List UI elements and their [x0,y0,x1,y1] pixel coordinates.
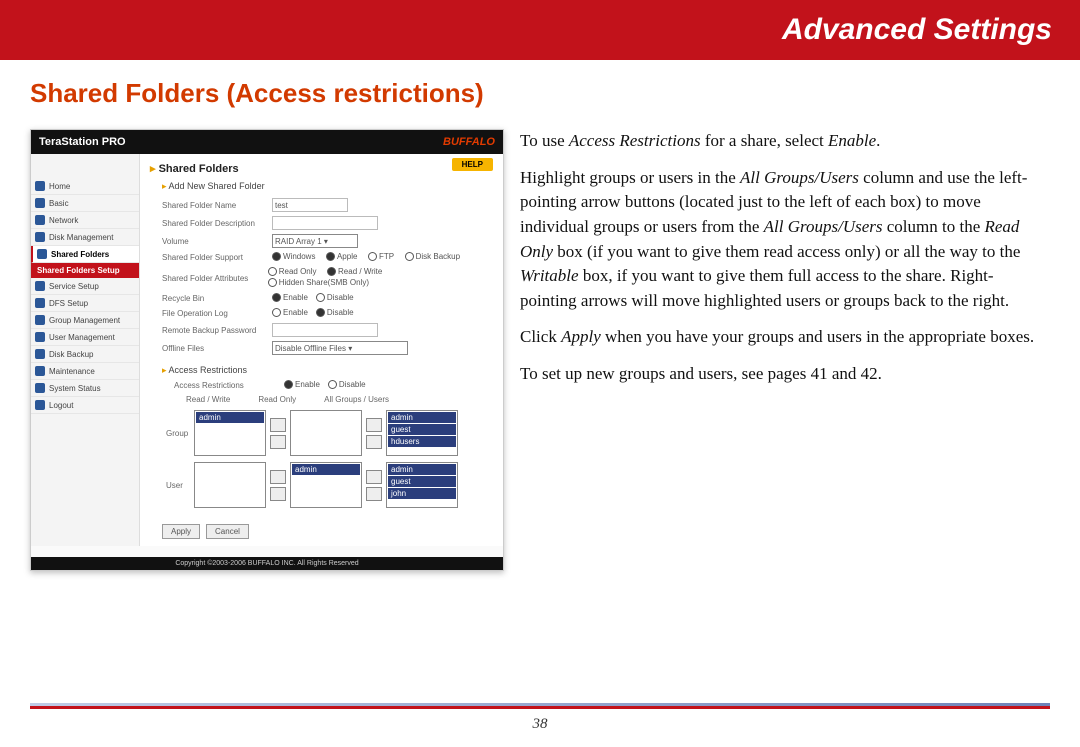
network-icon [35,215,45,225]
field-folder-name: Shared Folder Nametest [162,198,493,212]
sidebar-item-group-management[interactable]: Group Management [31,312,139,329]
banner-title: Advanced Settings [782,13,1052,47]
sidebar-item-logout[interactable]: Logout [31,397,139,414]
sidebar-item-service-setup[interactable]: Service Setup [31,278,139,295]
field-folder-description: Shared Folder Description [162,216,493,230]
radio-read-write[interactable]: Read / Write [327,267,382,276]
status-icon [35,383,45,393]
box-user-ro[interactable]: admin [290,462,362,508]
arrow-left-icon[interactable] [270,470,286,484]
cancel-button[interactable]: Cancel [206,524,249,539]
home-icon [35,181,45,191]
arrow-right-icon[interactable] [270,435,286,449]
page-footer: 38 [0,703,1080,733]
radio-hidden-share[interactable]: Hidden Share(SMB Only) [268,278,369,287]
section-add-new-folder: Add New Shared Folder [169,181,265,191]
sidebar-item-disk-management[interactable]: Disk Management [31,229,139,246]
maintenance-icon [35,366,45,376]
arrow-right-icon[interactable] [366,435,382,449]
input-folder-name[interactable]: test [272,198,348,212]
sidebar-item-disk-backup[interactable]: Disk Backup [31,346,139,363]
field-folder-attributes: Shared Folder Attributes Read Only Read … [162,267,493,289]
support-options: Windows Apple FTP Disk Backup [272,252,468,263]
attributes-options: Read Only Read / Write Hidden Share(SMB … [268,267,493,289]
disk-icon [35,232,45,242]
folder-icon [37,249,47,259]
banner: Advanced Settings [0,0,1080,60]
arrow-right-icon[interactable] [366,487,382,501]
checkbox-windows[interactable]: Windows [272,252,315,261]
basic-icon [35,198,45,208]
screenshot-terastation: TeraStation PRO BUFFALO Home Basic Netwo… [30,129,504,571]
section-title: Shared Folders (Access restrictions) [0,60,1080,119]
radio-recycle-enable[interactable]: Enable [272,293,308,302]
sidebar-item-system-status[interactable]: System Status [31,380,139,397]
field-access-restrictions: Access Restrictions EnableDisable [174,380,493,391]
arrow-left-icon[interactable] [270,418,286,432]
box-group-ro[interactable] [290,410,362,456]
radio-recycle-disable[interactable]: Disable [316,293,354,302]
select-offline-files[interactable]: Disable Offline Files ▾ [272,341,408,355]
radio-ar-disable[interactable]: Disable [328,380,366,389]
footer-rule [30,703,1050,709]
row-user: User admin adminguestjohn [166,462,493,508]
col-all-groups-users: All Groups / Users [324,395,389,404]
field-file-op-log: File Operation Log EnableDisable [162,308,493,319]
caret-right-icon: ▸ [150,163,159,175]
sidebar-item-network[interactable]: Network [31,212,139,229]
radio-log-enable[interactable]: Enable [272,308,308,317]
brand-logo: BUFFALO [443,136,495,148]
box-group-all[interactable]: adminguesthdusers [386,410,458,456]
backup-icon [35,349,45,359]
radio-log-disable[interactable]: Disable [316,308,354,317]
page-number: 38 [533,716,548,732]
main-panel: HELP ▸ Shared Folders ▸ Add New Shared F… [140,154,503,546]
checkbox-disk-backup[interactable]: Disk Backup [405,252,460,261]
radio-ar-enable[interactable]: Enable [284,380,320,389]
sidebar: Home Basic Network Disk Management Share… [31,154,140,546]
col-read-write: Read / Write [186,395,230,404]
radio-read-only[interactable]: Read Only [268,267,317,276]
field-offline-files: Offline FilesDisable Offline Files ▾ [162,341,493,355]
instruction-text: To use Access Restrictions for a share, … [504,129,1050,571]
help-button[interactable]: HELP [452,158,493,171]
product-name: TeraStation PRO [39,136,126,148]
checkbox-ftp[interactable]: FTP [368,252,394,261]
input-folder-description[interactable] [272,216,378,230]
sidebar-item-basic[interactable]: Basic [31,195,139,212]
select-volume[interactable]: RAID Array 1 ▾ [272,234,358,248]
input-remote-backup-password[interactable] [272,323,378,337]
arrow-left-icon[interactable] [366,470,382,484]
sidebar-item-shared-folders[interactable]: Shared Folders [31,246,139,263]
apply-button[interactable]: Apply [162,524,200,539]
sidebar-sub-shared-folders-setup[interactable]: Shared Folders Setup [31,263,139,278]
checkbox-apple[interactable]: Apple [326,252,357,261]
group-icon [35,315,45,325]
section-access-restrictions: Access Restrictions [169,365,248,375]
arrow-left-icon[interactable] [366,418,382,432]
box-user-rw[interactable] [194,462,266,508]
sidebar-item-maintenance[interactable]: Maintenance [31,363,139,380]
sidebar-item-dfs-setup[interactable]: DFS Setup [31,295,139,312]
arrow-right-icon[interactable] [270,487,286,501]
logout-icon [35,400,45,410]
dfs-icon [35,298,45,308]
panel-heading: ▸ Shared Folders [150,162,493,175]
service-icon [35,281,45,291]
user-icon [35,332,45,342]
screenshot-footer: Copyright ©2003-2006 BUFFALO INC. All Ri… [31,557,503,570]
sidebar-item-home[interactable]: Home [31,178,139,195]
row-group: Group admin adminguesthdusers [166,410,493,456]
column-headers: Read / Write Read Only All Groups / User… [186,395,493,404]
sidebar-item-user-management[interactable]: User Management [31,329,139,346]
box-group-rw[interactable]: admin [194,410,266,456]
field-recycle-bin: Recycle Bin EnableDisable [162,293,493,304]
box-user-all[interactable]: adminguestjohn [386,462,458,508]
field-volume: VolumeRAID Array 1 ▾ [162,234,493,248]
field-folder-support: Shared Folder Support Windows Apple FTP … [162,252,493,263]
field-remote-backup-password: Remote Backup Password [162,323,493,337]
col-read-only: Read Only [258,395,296,404]
